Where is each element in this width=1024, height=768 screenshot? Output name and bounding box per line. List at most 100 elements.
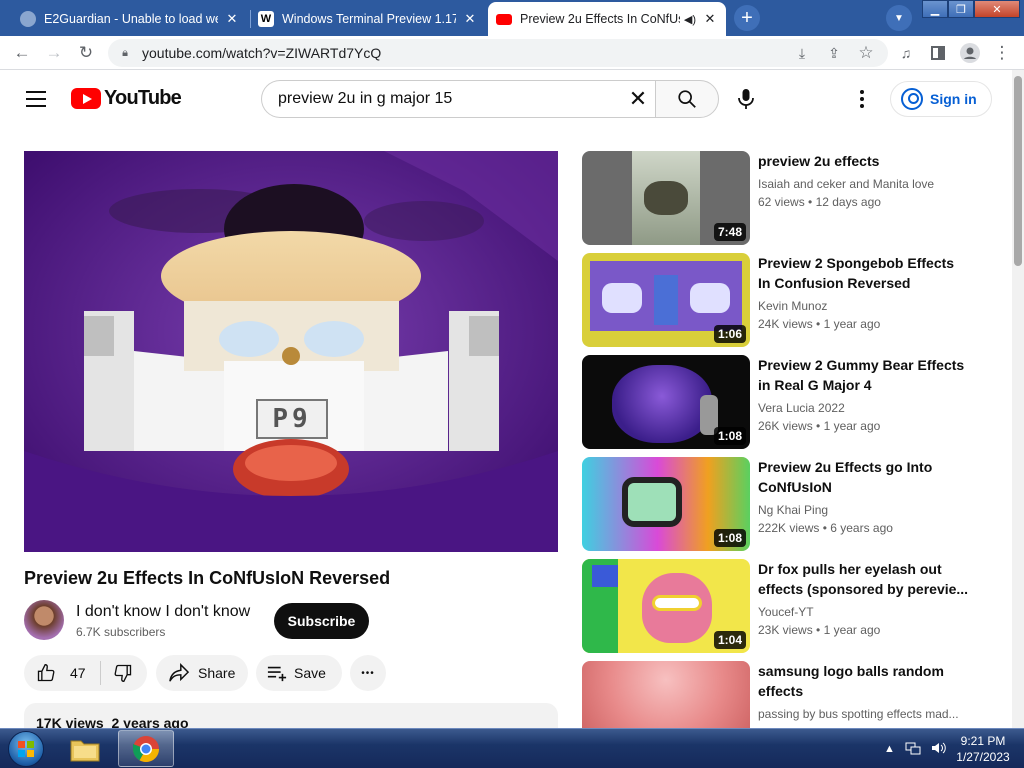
search-input[interactable]: preview 2u in g major 15 (261, 80, 656, 118)
side-panel-icon[interactable] (926, 41, 950, 65)
save-button[interactable]: Save (256, 655, 342, 691)
share-page-icon[interactable]: ⇪ (822, 41, 846, 65)
recommended-video[interactable]: 1:08 Preview 2 Gummy Bear Effects in Rea… (582, 355, 982, 449)
search-query-text: preview 2u in g major 15 (278, 90, 453, 107)
playlist-add-icon (267, 666, 287, 682)
window-restore-button[interactable]: ❐ (948, 0, 974, 18)
video-thumbnail[interactable]: 1:06 (582, 253, 750, 347)
recommended-channel[interactable]: Kevin Munoz (758, 299, 970, 313)
url-text: youtube.com/watch?v=ZIWARTd7YcQ (142, 45, 382, 61)
recommended-title[interactable]: Preview 2 Gummy Bear Effects in Real G M… (758, 355, 970, 395)
bookmark-star-icon[interactable]: ☆ (854, 41, 878, 65)
tab-title: Preview 2u Effects In CoNfUs (520, 12, 680, 26)
taskbar-file-explorer[interactable] (57, 730, 113, 767)
recommended-meta: 24K views • 1 year ago (758, 317, 881, 331)
share-button[interactable]: Share (156, 655, 248, 691)
like-dislike-group: 47 (24, 655, 147, 691)
recommended-title[interactable]: preview 2u effects (758, 151, 970, 171)
volume-icon[interactable] (931, 741, 947, 758)
thumbs-down-icon (114, 664, 131, 683)
channel-avatar[interactable] (24, 600, 64, 640)
search-button[interactable] (655, 80, 719, 118)
browser-toolbar: ← → ↻ 🔒︎ youtube.com/watch?v=ZIWARTd7YcQ… (0, 36, 1024, 70)
lock-icon[interactable]: 🔒︎ (118, 46, 132, 60)
sign-in-button[interactable]: Sign in (890, 81, 992, 117)
recommended-meta: 62 views • 12 days ago (758, 195, 881, 209)
settings-more-icon[interactable] (850, 86, 874, 112)
video-thumbnail[interactable]: 1:08 (582, 457, 750, 551)
close-tab-icon[interactable]: ✕ (224, 11, 240, 27)
install-app-icon[interactable]: ⤓ (790, 41, 814, 65)
channel-name[interactable]: I don't know I don't know (76, 603, 250, 621)
media-control-icon[interactable]: ♫ (894, 41, 918, 65)
window-close-button[interactable]: ✕ (974, 0, 1020, 18)
video-frame (24, 151, 558, 552)
taskbar-clock[interactable]: 9:21 PM 1/27/2023 (952, 733, 1014, 765)
video-thumbnail[interactable]: 1:08 (582, 355, 750, 449)
network-icon[interactable] (905, 741, 921, 758)
page-scrollbar-thumb[interactable] (1014, 76, 1022, 266)
recommended-title[interactable]: Preview 2 Spongebob Effects In Confusion… (758, 253, 970, 293)
folder-icon (70, 740, 100, 761)
profile-icon[interactable] (958, 41, 982, 65)
video-thumbnail[interactable] (582, 661, 750, 728)
recommended-title[interactable]: Dr fox pulls her eyelash out effects (sp… (758, 559, 970, 599)
taskbar-chrome[interactable] (118, 730, 174, 767)
recommended-channel[interactable]: Ng Khai Ping (758, 503, 970, 517)
search-icon (678, 90, 696, 108)
hamburger-menu-icon[interactable] (26, 91, 46, 107)
tab-title: Windows Terminal Preview 1.17 a (282, 12, 456, 26)
subscribe-button[interactable]: Subscribe (274, 603, 369, 639)
youtube-logo[interactable]: YouTube (71, 87, 182, 110)
windows-logo-icon (18, 741, 34, 757)
browser-tab-strip: E2Guardian - Unable to load web ✕ W Wind… (0, 0, 1024, 36)
clear-search-icon[interactable]: ✕ (622, 83, 654, 115)
more-actions-button[interactable]: ••• (350, 655, 386, 691)
wikipedia-icon: W (258, 11, 274, 27)
recommended-channel[interactable]: passing by bus spotting effects mad... (758, 707, 970, 721)
clock-time: 9:21 PM (960, 734, 1006, 748)
globe-icon (20, 11, 36, 27)
window-minimize-button[interactable]: ▁ (922, 0, 948, 18)
tab-youtube-active[interactable]: Preview 2u Effects In CoNfUs ◀) ✕ (488, 2, 726, 36)
forward-arrow-icon[interactable]: → (42, 41, 66, 65)
recommended-title[interactable]: Preview 2u Effects go Into CoNfUsIoN (758, 457, 970, 497)
windows-start-button[interactable] (8, 731, 44, 767)
close-tab-icon[interactable]: ✕ (462, 11, 478, 27)
youtube-play-logo-icon (71, 88, 101, 109)
recommended-video[interactable]: 7:48 preview 2u effects Isaiah and ceker… (582, 151, 982, 245)
recommended-meta: 222K views • 6 years ago (758, 521, 893, 535)
close-tab-icon[interactable]: ✕ (702, 11, 718, 27)
recommended-channel[interactable]: Isaiah and ceker and Manita love (758, 177, 970, 191)
tab-e2guardian[interactable]: E2Guardian - Unable to load web ✕ (12, 2, 248, 36)
chrome-menu-icon[interactable]: ⋮ (990, 41, 1014, 65)
share-label: Share (198, 665, 236, 681)
reload-icon[interactable]: ↻ (74, 41, 98, 65)
video-player[interactable]: P9 (24, 151, 558, 552)
audio-playing-icon[interactable]: ◀) (684, 13, 696, 26)
recommended-channel[interactable]: Youcef-YT (758, 605, 970, 619)
video-thumbnail[interactable]: 1:04 (582, 559, 750, 653)
thumbs-up-icon (37, 663, 55, 682)
dislike-button[interactable] (113, 663, 133, 683)
like-button[interactable]: 47 (36, 663, 86, 683)
recommended-video[interactable]: 1:08 Preview 2u Effects go Into CoNfUsIo… (582, 457, 982, 551)
show-hidden-icons-icon[interactable]: ▲ (884, 743, 895, 755)
back-arrow-icon[interactable]: ← (10, 41, 34, 65)
recommended-channel[interactable]: Vera Lucia 2022 (758, 401, 970, 415)
tab-windows-terminal[interactable]: W Windows Terminal Preview 1.17 a ✕ (250, 2, 486, 36)
recommended-meta: 26K views • 1 year ago (758, 419, 881, 433)
recommended-title[interactable]: samsung logo balls random effects (758, 661, 970, 701)
voice-search-mic-icon[interactable] (733, 86, 759, 112)
duration-badge: 1:08 (713, 427, 746, 445)
page-scrollbar[interactable] (1012, 70, 1024, 728)
recommended-video[interactable]: samsung logo balls random effects passin… (582, 661, 982, 728)
video-thumbnail[interactable]: 7:48 (582, 151, 750, 245)
tab-search-chevron-icon[interactable]: ▼ (886, 5, 912, 31)
address-bar[interactable]: 🔒︎ youtube.com/watch?v=ZIWARTd7YcQ (108, 39, 888, 67)
recommended-video[interactable]: 1:04 Dr fox pulls her eyelash out effect… (582, 559, 982, 653)
new-tab-button[interactable]: + (734, 5, 760, 31)
duration-badge: 1:04 (713, 631, 746, 649)
recommended-video[interactable]: 1:06 Preview 2 Spongebob Effects In Conf… (582, 253, 982, 347)
chrome-icon (132, 735, 160, 762)
